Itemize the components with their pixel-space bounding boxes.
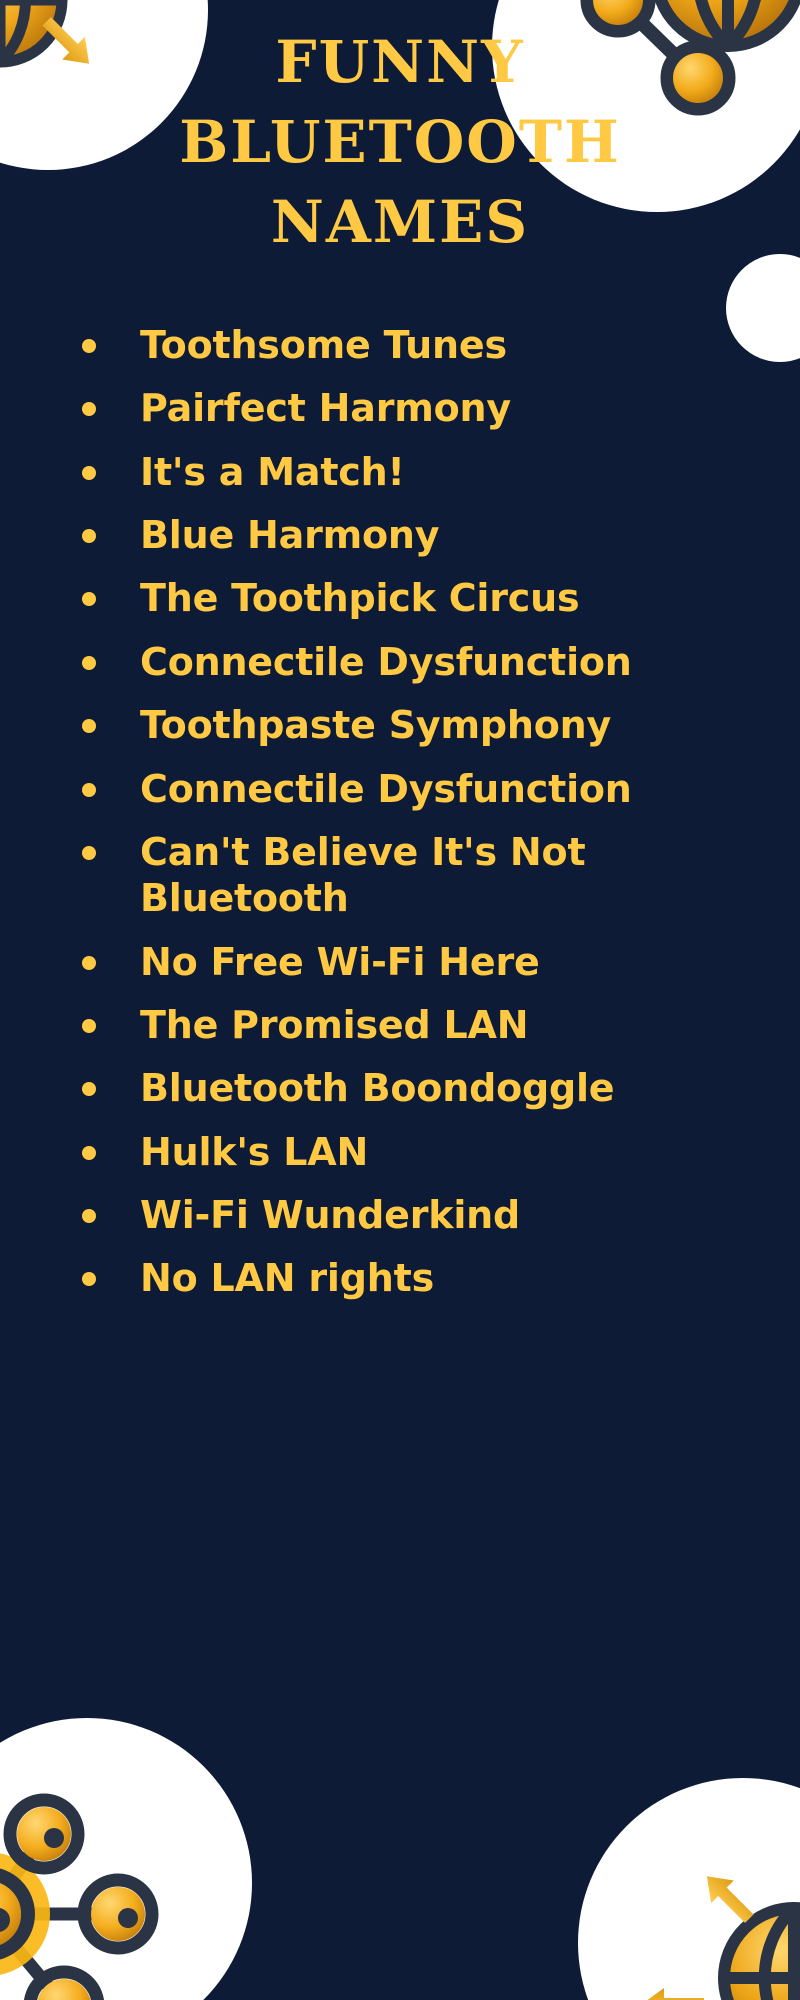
- bullet-icon: [82, 529, 96, 544]
- list-item: No LAN rights: [64, 1255, 784, 1301]
- bullet-icon: [82, 719, 96, 734]
- bullet-icon: [82, 845, 96, 860]
- poster-canvas: FUNNY BLUETOOTH NAMES Toothsome Tunes Pa…: [0, 0, 800, 2000]
- list-item: Hulk's LAN: [64, 1129, 784, 1175]
- title-line-1: FUNNY: [275, 28, 525, 96]
- list-item-label: No Free Wi-Fi Here: [140, 939, 540, 984]
- list-item-label: Can't Believe It's Not Bluetooth: [140, 829, 586, 921]
- decoration-circle-bottom-right: [578, 1778, 800, 2000]
- title-line-3: NAMES: [270, 188, 530, 257]
- list-item-label: Connectile Dysfunction: [140, 766, 632, 811]
- list-item: The Toothpick Circus: [64, 575, 784, 621]
- network-hub-nodes-icon: [0, 1718, 252, 2000]
- bullet-icon: [82, 1018, 96, 1033]
- bluetooth-name-list: Toothsome Tunes Pairfect Harmony It's a …: [64, 322, 784, 1319]
- bullet-icon: [82, 1145, 96, 1160]
- list-item: Can't Believe It's Not Bluetooth: [64, 829, 784, 922]
- list-item: Bluetooth Boondoggle: [64, 1065, 784, 1111]
- list-item-label: No LAN rights: [140, 1256, 434, 1301]
- list-item-label: Pairfect Harmony: [140, 386, 511, 431]
- list-item: No Free Wi-Fi Here: [64, 939, 784, 985]
- title-line-2: BLUETOOTH: [179, 108, 621, 177]
- list-item-label: Hulk's LAN: [140, 1129, 369, 1174]
- list-item: Wi-Fi Wunderkind: [64, 1192, 784, 1238]
- bullet-icon: [82, 955, 96, 970]
- bullet-icon: [82, 1272, 96, 1287]
- list-item-label: Wi-Fi Wunderkind: [140, 1193, 521, 1238]
- bullet-icon: [82, 465, 96, 480]
- list-item: Connectile Dysfunction: [64, 639, 784, 685]
- list-item: The Promised LAN: [64, 1002, 784, 1048]
- list-item-label: Bluetooth Boondoggle: [140, 1066, 615, 1111]
- list-item: It's a Match!: [64, 449, 784, 495]
- bullet-icon: [82, 339, 96, 353]
- list-item-label: It's a Match!: [140, 449, 405, 494]
- bullet-icon: [82, 1082, 96, 1097]
- bullet-icon: [82, 655, 96, 670]
- list-item-label: Toothsome Tunes: [140, 323, 507, 367]
- page-title: FUNNY BLUETOOTH NAMES: [0, 22, 800, 262]
- decoration-circle-bottom-left: [0, 1718, 252, 2000]
- list-item: Connectile Dysfunction: [64, 766, 784, 812]
- bullet-icon: [82, 592, 96, 607]
- bullet-icon: [82, 782, 96, 797]
- list-item-label: Connectile Dysfunction: [140, 639, 632, 684]
- list-item-label: Toothpaste Symphony: [140, 703, 612, 748]
- list-item-label: The Promised LAN: [140, 1002, 529, 1047]
- list-item: Toothpaste Symphony: [64, 702, 784, 748]
- bullet-icon: [82, 402, 96, 417]
- list-item: Blue Harmony: [64, 512, 784, 558]
- bullet-icon: [82, 1209, 96, 1224]
- list-item-label: Blue Harmony: [140, 513, 440, 558]
- list-item-label: The Toothpick Circus: [140, 576, 580, 621]
- list-item: Toothsome Tunes: [64, 322, 784, 368]
- list-item: Pairfect Harmony: [64, 385, 784, 431]
- globe-with-arrows-icon: [578, 1778, 800, 2000]
